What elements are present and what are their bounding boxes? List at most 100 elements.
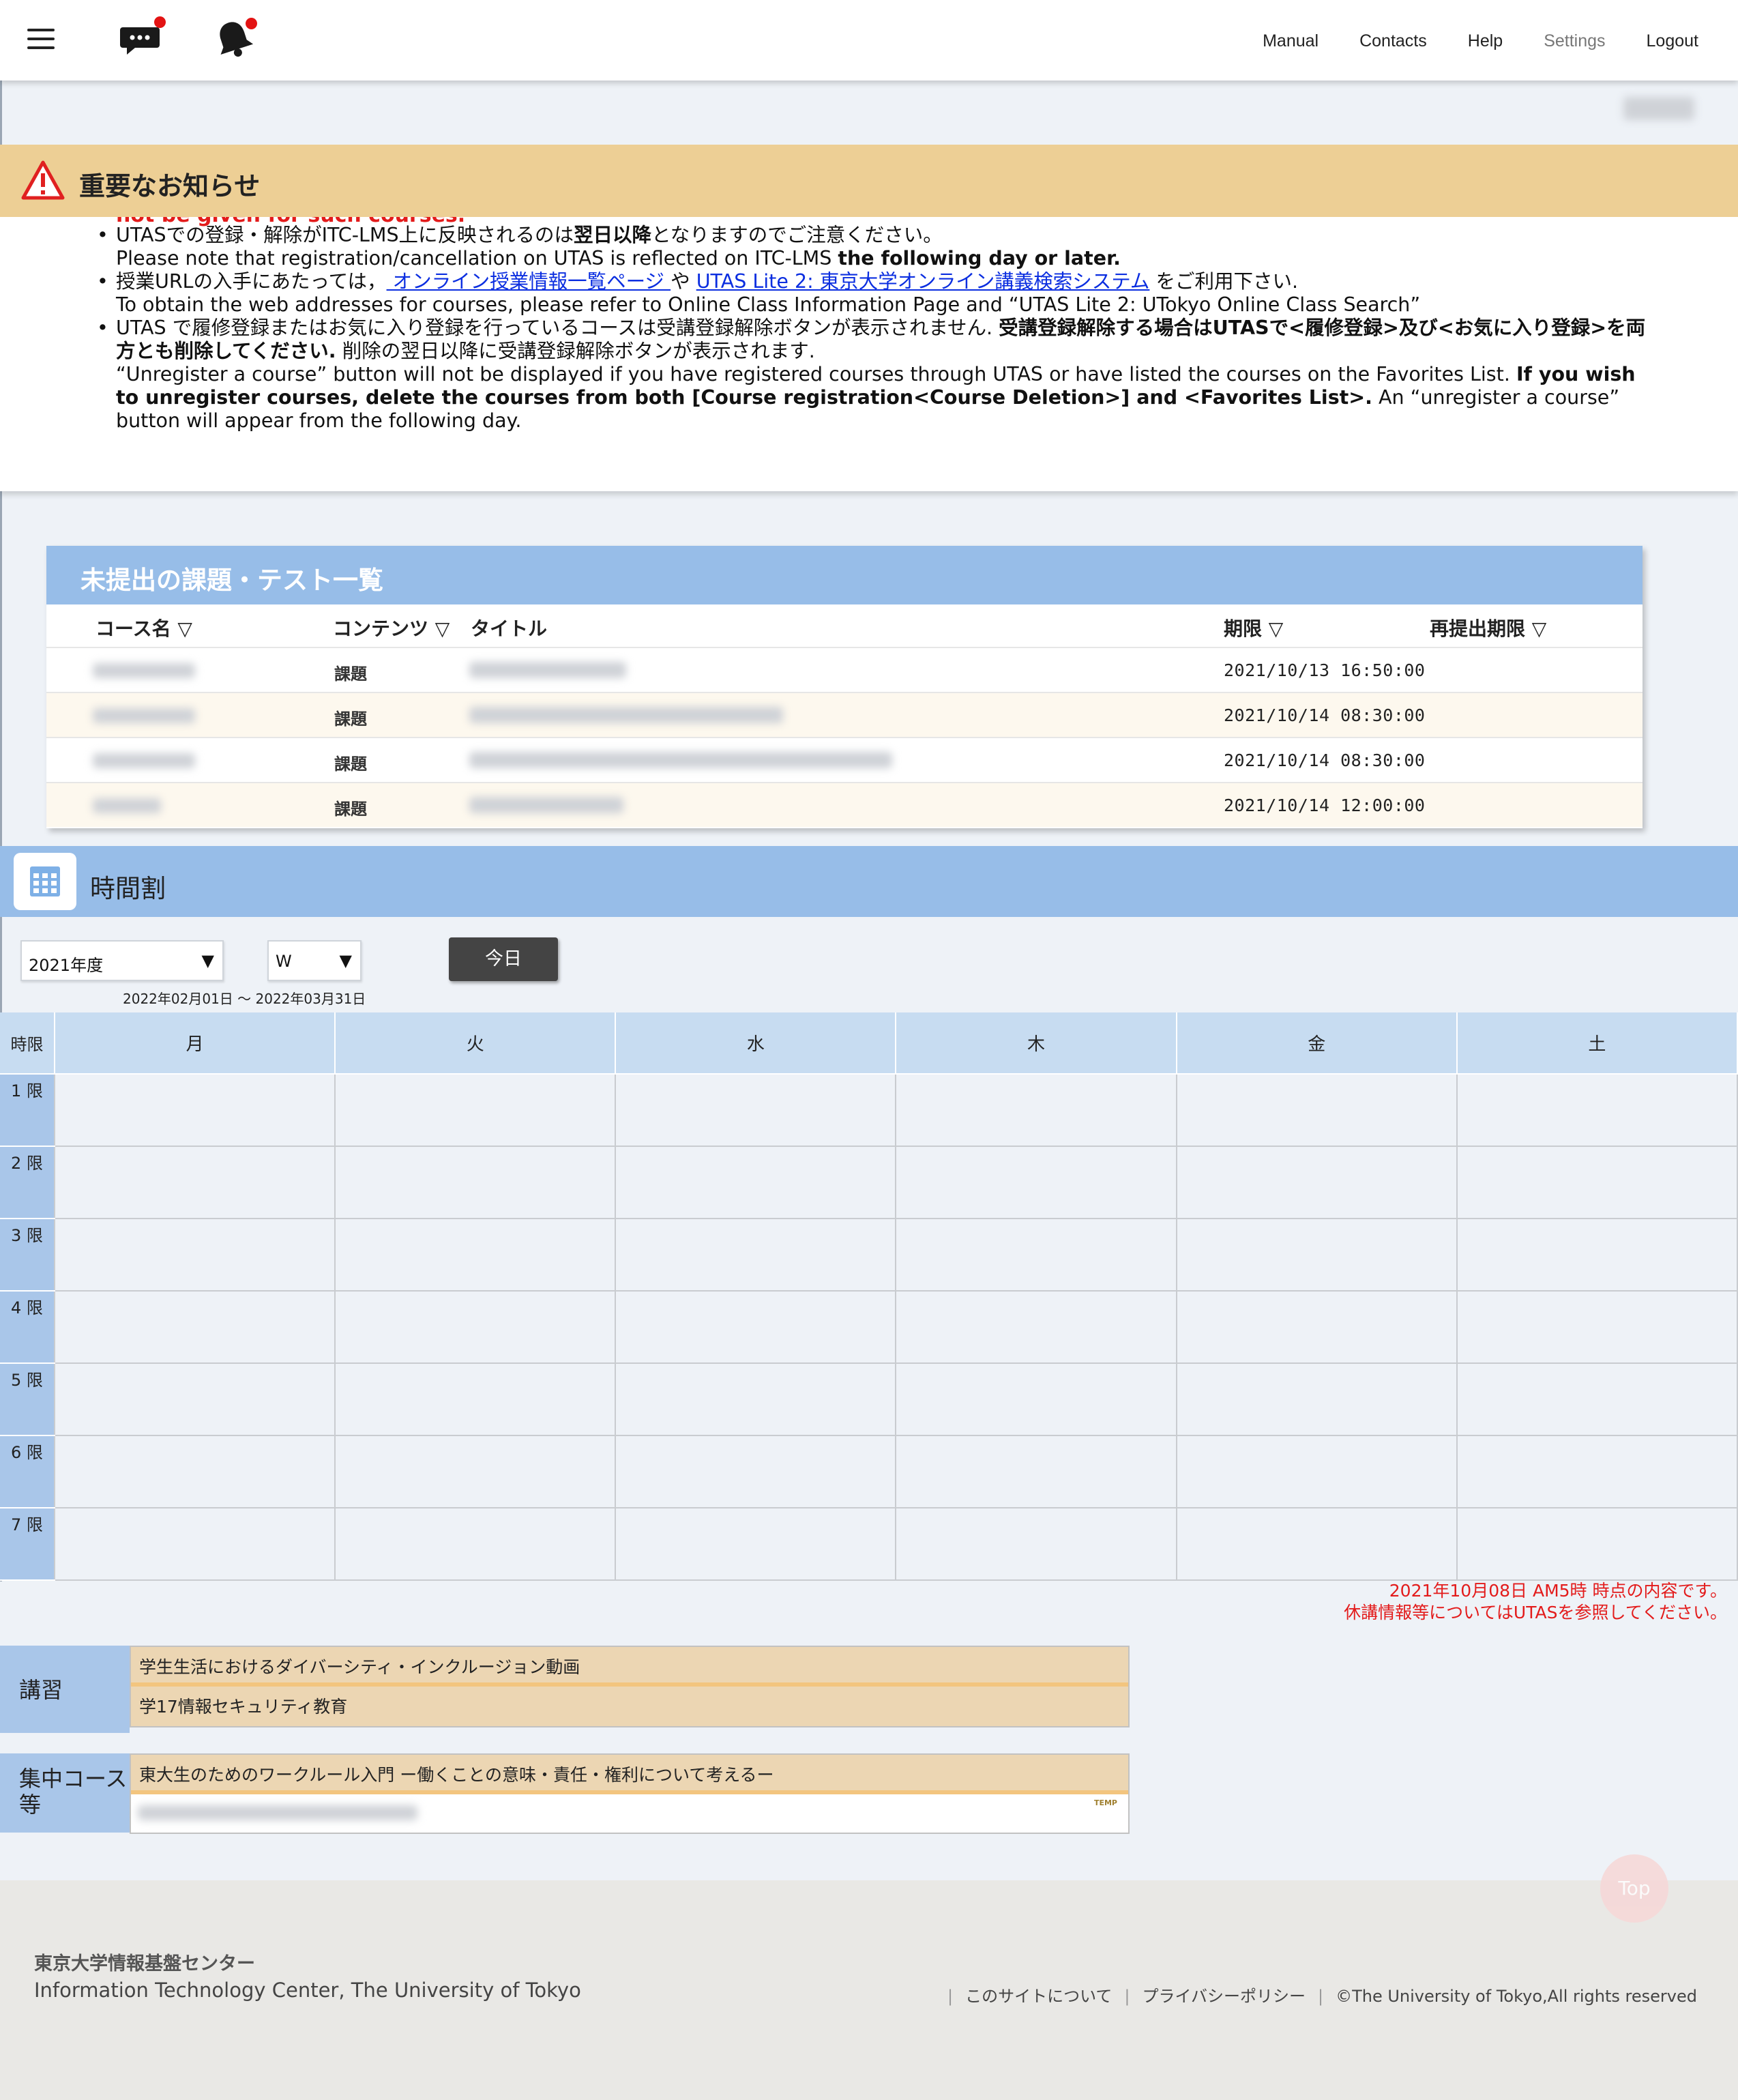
timetable-cell[interactable] [53, 1146, 336, 1219]
top-nav: Manual Contacts Help Settings Logout [1263, 31, 1698, 51]
timetable-cell[interactable] [1175, 1290, 1458, 1364]
timetable-cell[interactable] [895, 1290, 1177, 1364]
timetable-cell[interactable] [615, 1290, 897, 1364]
deadline: 2021/10/13 16:50:00 [1224, 660, 1426, 680]
about-link[interactable]: このサイトについて [965, 1987, 1112, 2006]
nav-settings[interactable]: Settings [1544, 31, 1605, 51]
timetable-cell[interactable] [615, 1362, 897, 1436]
assignment-row[interactable]: 課題 2021/10/13 16:50:00 [46, 647, 1643, 692]
timetable-cell[interactable] [53, 1507, 336, 1581]
pending-assignments-panel: 未提出の課題・テスト一覧 コース名 ▽ コンテンツ ▽ タイトル 期限 ▽ 再提… [46, 546, 1643, 828]
privacy-link[interactable]: プライバシーポリシー [1142, 1987, 1306, 2006]
timetable-cell[interactable] [53, 1290, 336, 1364]
timetable-cell[interactable] [334, 1290, 617, 1364]
timetable-cell[interactable] [1456, 1435, 1738, 1508]
timetable-cell[interactable] [1456, 1290, 1738, 1364]
divider: | [947, 1987, 954, 2006]
message-icon[interactable] [120, 16, 166, 57]
utas-lite-link[interactable]: UTAS Lite 2: 東京大学オンライン講義検索システム [696, 270, 1150, 293]
timetable-cell[interactable] [895, 1435, 1177, 1508]
term-select[interactable]: W ▼ [267, 940, 362, 981]
timetable-cell[interactable] [1456, 1218, 1738, 1292]
period-header: 時限 [0, 1012, 55, 1075]
timetable-cell[interactable] [53, 1435, 336, 1508]
header-deadline[interactable]: 期限 ▽ [1224, 614, 1283, 641]
today-button[interactable]: 今日 [449, 937, 558, 981]
content-type: 課題 [334, 800, 367, 819]
notice-item: 授業URLの入手にあたっては， オンライン授業情報一覧ページ や UTAS Li… [97, 270, 1664, 317]
timetable-cell[interactable] [53, 1362, 336, 1436]
notice-text: UTAS で履修登録またはお気に入り登録を行っているコースは受講登録解除ボタンが… [116, 317, 993, 339]
timetable-cell[interactable] [1456, 1362, 1738, 1436]
timetable-cell[interactable] [1175, 1146, 1458, 1219]
timetable-grid: 時限 月 火 水 木 金 土 1 限2 限3 限4 限5 限6 限7 限 [0, 1012, 1738, 1581]
timetable-cell[interactable] [1175, 1073, 1458, 1147]
timetable-cell[interactable] [53, 1073, 336, 1147]
timetable-cell[interactable] [895, 1073, 1177, 1147]
dropdown-arrow-icon: ▼ [201, 951, 214, 970]
calendar-icon [14, 853, 76, 910]
content-type: 課題 [334, 755, 367, 774]
notice-text: To obtain the web addresses for courses,… [116, 293, 1421, 316]
intensive-item[interactable]: TEMP [131, 1794, 1128, 1830]
online-class-info-link[interactable]: オンライン授業情報一覧ページ [387, 270, 671, 293]
notice-text: をご利用下さい. [1149, 270, 1299, 293]
timetable-cell[interactable] [895, 1146, 1177, 1219]
lecture-item[interactable]: 学17情報セキュリティ教育 [131, 1687, 1128, 1726]
timetable-cell[interactable] [615, 1507, 897, 1581]
header-resubmit[interactable]: 再提出期限 ▽ [1430, 614, 1546, 641]
menu-icon[interactable] [27, 29, 55, 49]
assignment-row[interactable]: 課題 2021/10/14 08:30:00 [46, 737, 1643, 782]
nav-logout[interactable]: Logout [1647, 31, 1698, 51]
intensive-item[interactable]: 東大生のためのワークルール入門 ー働くことの意味・責任・権利について考えるー [131, 1755, 1128, 1794]
header-contents[interactable]: コンテンツ ▽ [333, 614, 450, 641]
notice-list: UTASでの登録・解除がITC-LMS上に反映されるのは翌日以降となりますのでご… [97, 224, 1664, 433]
footer-links: | このサイトについて | プライバシーポリシー | ©The University of… [935, 1983, 1697, 2007]
nav-manual[interactable]: Manual [1263, 31, 1319, 51]
nav-contacts[interactable]: Contacts [1359, 31, 1427, 51]
timetable-cell[interactable] [334, 1218, 617, 1292]
timetable-cell[interactable] [334, 1507, 617, 1581]
notice-item: UTASでの登録・解除がITC-LMS上に反映されるのは翌日以降となりますのでご… [97, 224, 1664, 270]
course-name-redacted [93, 663, 195, 678]
footer-org-ja: 東京大学情報基盤センター [34, 1953, 255, 1974]
assignment-row[interactable]: 課題 2021/10/14 12:00:00 [46, 782, 1643, 827]
timetable-cell[interactable] [1175, 1362, 1458, 1436]
timetable-cell[interactable] [334, 1073, 617, 1147]
period-row: 2 限 [0, 1146, 1738, 1219]
timetable-cell[interactable] [334, 1362, 617, 1436]
timetable-header: 時間割 [0, 846, 1738, 917]
course-name-redacted [138, 1805, 417, 1820]
timetable-cell[interactable] [1456, 1073, 1738, 1147]
lecture-item[interactable]: 学生生活におけるダイバーシティ・インクルージョン動画 [131, 1647, 1128, 1687]
timetable-cell[interactable] [334, 1146, 617, 1219]
period-row: 1 限 [0, 1073, 1738, 1147]
header-course[interactable]: コース名 ▽ [95, 614, 192, 641]
notice-text: 削除の翌日以降に受講登録解除ボタンが表示されます. [342, 340, 815, 362]
notice-bold: 翌日以降 [574, 224, 652, 246]
timetable-cell[interactable] [1175, 1435, 1458, 1508]
timetable-cell[interactable] [1456, 1507, 1738, 1581]
assignments-title: 未提出の課題・テスト一覧 [46, 546, 1643, 604]
timetable-cell[interactable] [615, 1073, 897, 1147]
timetable-cell[interactable] [1175, 1218, 1458, 1292]
period-label: 5 限 [0, 1363, 55, 1436]
content-type: 課題 [334, 710, 367, 729]
timetable-cell[interactable] [1175, 1507, 1458, 1581]
timetable-cell[interactable] [615, 1435, 897, 1508]
assignment-row[interactable]: 課題 2021/10/14 08:30:00 [46, 692, 1643, 737]
timetable-cell[interactable] [334, 1435, 617, 1508]
timetable-cell[interactable] [895, 1218, 1177, 1292]
timetable-cell[interactable] [895, 1362, 1177, 1436]
year-select[interactable]: 2021年度 ▼ [20, 940, 224, 981]
timetable-cell[interactable] [53, 1218, 336, 1292]
timetable-cell[interactable] [1456, 1146, 1738, 1219]
timetable-cell[interactable] [615, 1218, 897, 1292]
period-label: 2 限 [0, 1146, 55, 1219]
notification-bell-icon[interactable] [210, 18, 258, 63]
timetable-cell[interactable] [615, 1146, 897, 1219]
back-to-top-button[interactable]: Top [1600, 1854, 1668, 1923]
nav-help[interactable]: Help [1468, 31, 1503, 51]
timetable-cell[interactable] [895, 1507, 1177, 1581]
notice-text: や [671, 270, 690, 293]
